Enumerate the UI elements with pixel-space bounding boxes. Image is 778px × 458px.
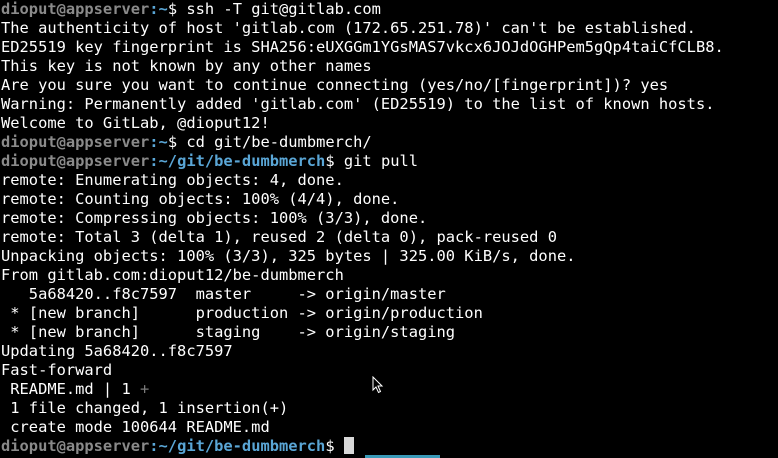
terminal-output-line: 5a68420..f8c7597 master -> origin/master <box>1 285 446 303</box>
terminal-output-line: Fast-forward <box>1 361 113 379</box>
terminal-output-line: create mode 100644 README.md <box>1 418 270 436</box>
text-cursor-icon <box>343 437 354 454</box>
terminal-output-line: Are you sure you want to continue connec… <box>1 76 669 94</box>
mouse-pointer-icon <box>372 376 384 394</box>
terminal-output-line-diffstat: README.md | 1 + <box>0 380 778 399</box>
prompt-user-host: dioput@appserver <box>1 437 150 455</box>
terminal-output-line: * [new branch] staging -> origin/staging <box>1 323 456 341</box>
terminal-line-ssh-command: dioput@appserver:~$ ssh -T git@gitlab.co… <box>0 0 778 19</box>
terminal-output-line: remote: Counting objects: 100% (4/4), do… <box>1 190 400 208</box>
terminal-output-line: Updating 5a68420..f8c7597 <box>1 342 233 360</box>
terminal-line-cd-command: dioput@appserver:~$ cd git/be-dumbmerch/ <box>0 133 778 152</box>
terminal-output-line: From gitlab.com:dioput12/be-dumbmerch <box>1 266 344 284</box>
prompt-symbol: $ <box>167 133 178 151</box>
prompt-symbol: $ <box>325 437 335 455</box>
prompt-path: :~/git/be-dumbmerch <box>149 437 326 455</box>
terminal-window[interactable]: dioput@appserver:~$ ssh -T git@gitlab.co… <box>0 0 778 458</box>
prompt-user-host: dioput@appserver <box>1 0 150 18</box>
prompt-path: :~ <box>149 0 168 18</box>
terminal-output-line: remote: Enumerating objects: 4, done. <box>1 171 344 189</box>
terminal-output-line: remote: Total 3 (delta 1), reused 2 (del… <box>1 228 557 246</box>
terminal-line-current-prompt[interactable]: dioput@appserver:~/git/be-dumbmerch$ <box>0 437 778 456</box>
command-text: ssh -T git@gitlab.com <box>177 0 381 18</box>
terminal-output-line: Unpacking objects: 100% (3/3), 325 bytes… <box>1 247 576 265</box>
command-text: cd git/be-dumbmerch/ <box>177 133 372 151</box>
terminal-line-git-pull-command: dioput@appserver:~/git/be-dumbmerch$ git… <box>0 152 778 171</box>
terminal-output-line: 1 file changed, 1 insertion(+) <box>1 399 289 417</box>
terminal-output-line: ED25519 key fingerprint is SHA256:eUXGGm… <box>1 38 724 56</box>
prompt-user-host: dioput@appserver <box>1 152 150 170</box>
terminal-output-line: * [new branch] production -> origin/prod… <box>1 304 483 322</box>
prompt-path: :~/git/be-dumbmerch <box>149 152 326 170</box>
terminal-output-line: This key is not known by any other names <box>1 57 372 75</box>
terminal-output-line: Welcome to GitLab, @dioput12! <box>1 114 270 132</box>
diffstat-plus: + <box>140 380 150 398</box>
terminal-output-line: remote: Compressing objects: 100% (3/3),… <box>1 209 428 227</box>
command-text: git pull <box>334 152 419 170</box>
diffstat-text: README.md | 1 <box>1 380 140 398</box>
prompt-path: :~ <box>149 133 168 151</box>
terminal-output-line: The authenticity of host 'gitlab.com (17… <box>1 19 696 37</box>
prompt-user-host: dioput@appserver <box>1 133 150 151</box>
prompt-symbol: $ <box>167 0 178 18</box>
prompt-symbol: $ <box>325 152 335 170</box>
terminal-output-line: Warning: Permanently added 'gitlab.com' … <box>1 95 715 113</box>
